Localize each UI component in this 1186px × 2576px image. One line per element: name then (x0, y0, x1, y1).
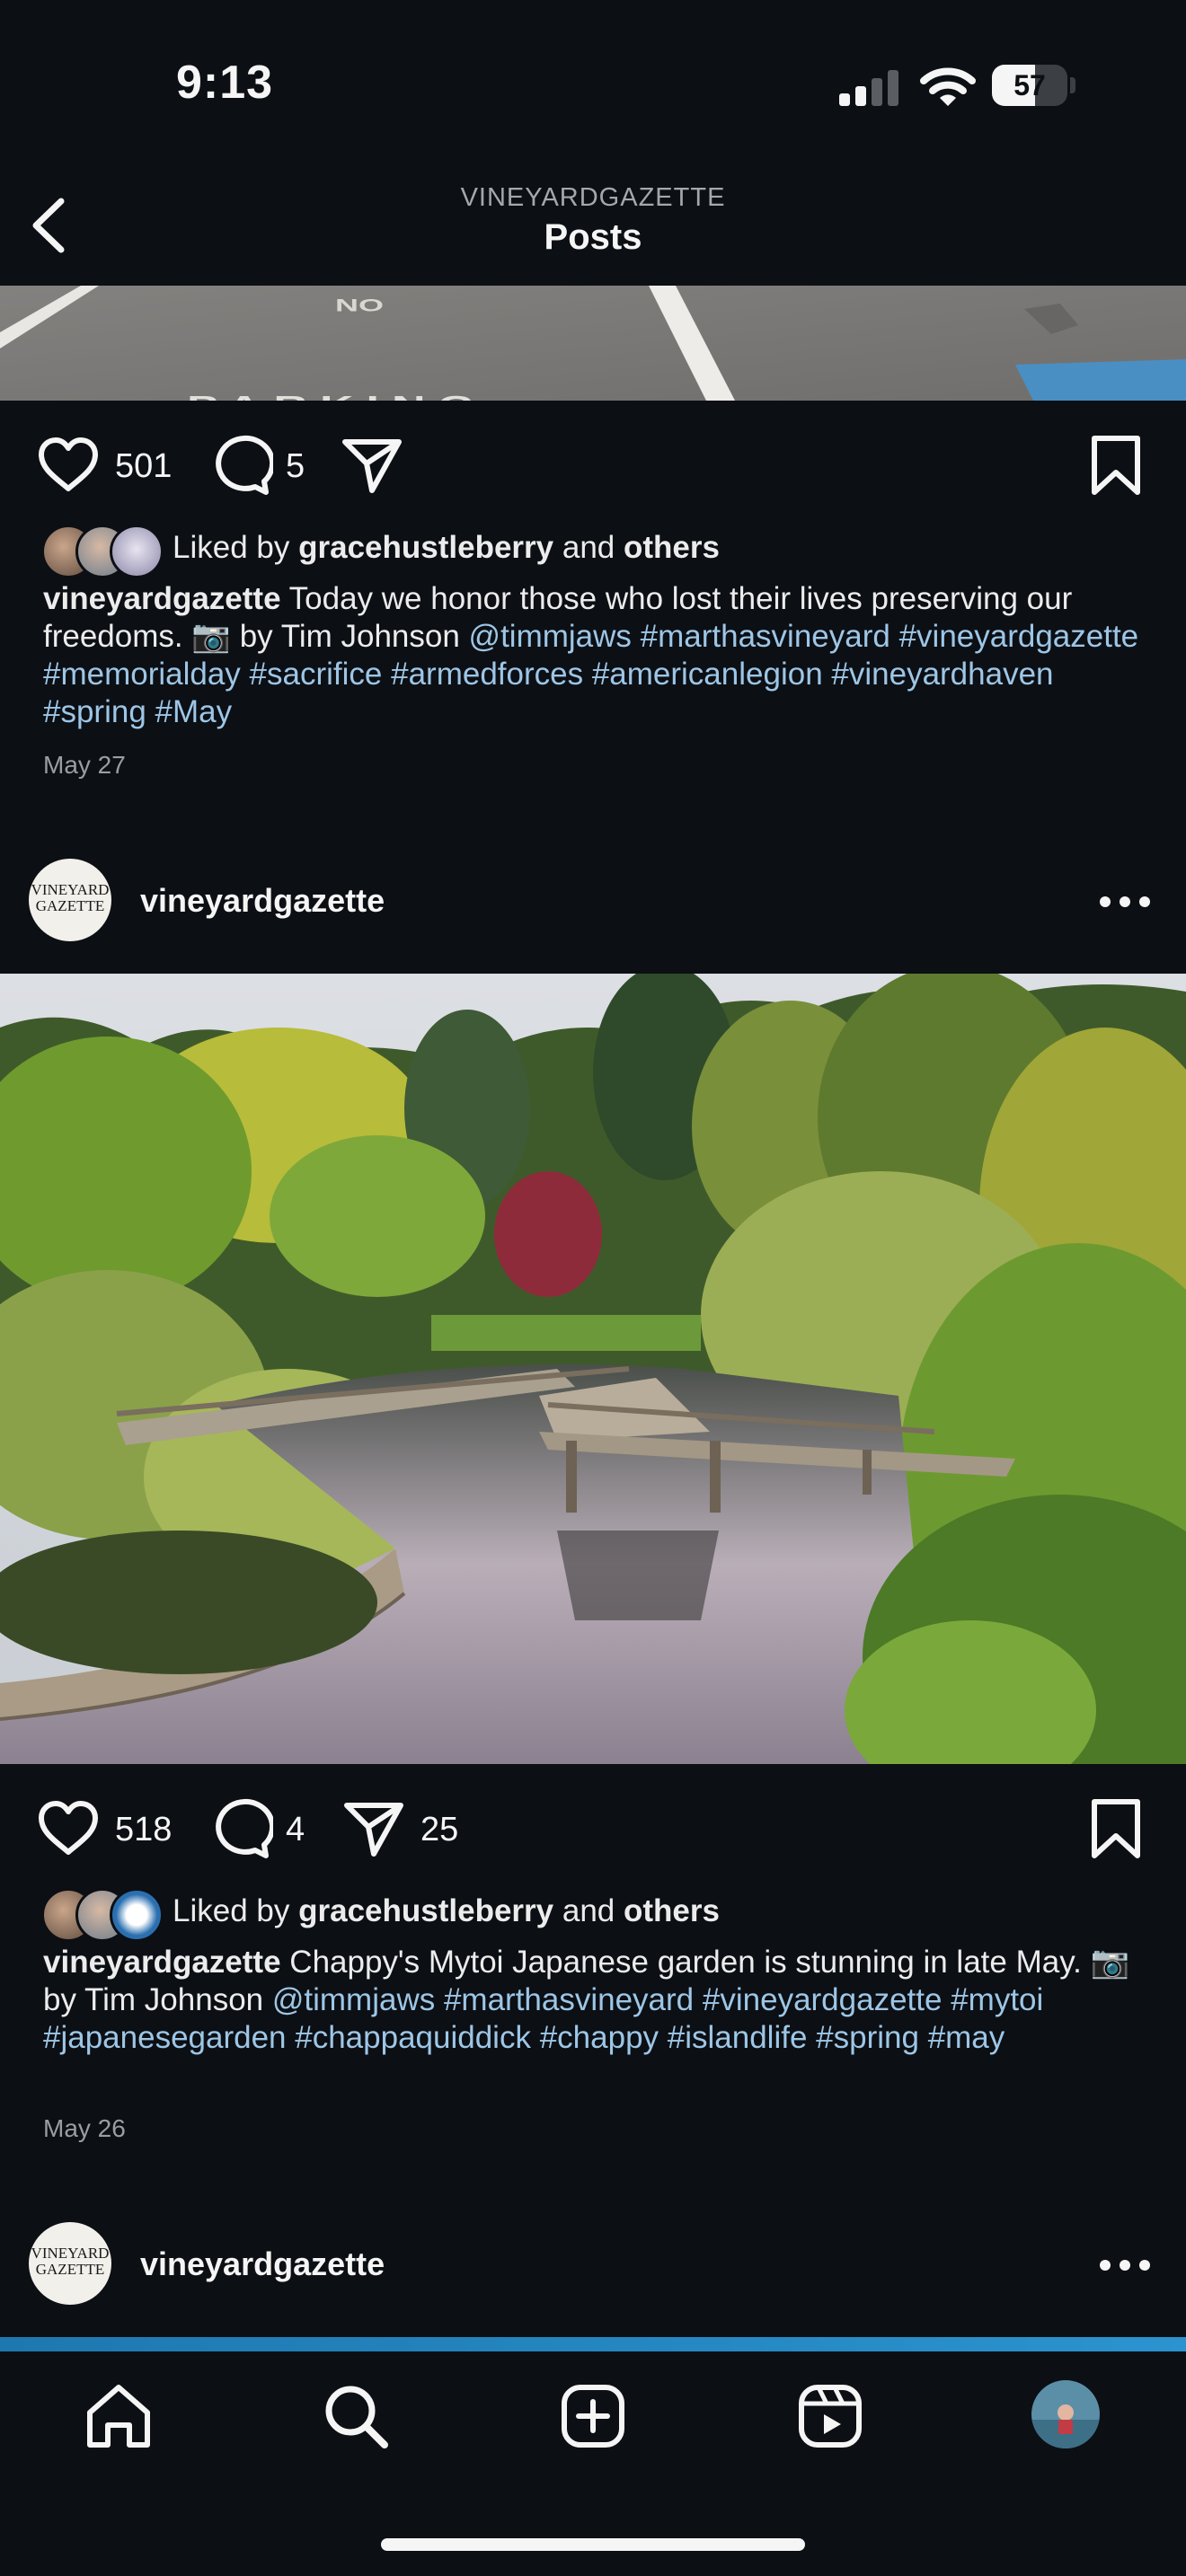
caption-hashtag[interactable]: #spring (816, 2020, 919, 2055)
liked-by-avatars[interactable] (41, 1888, 176, 1942)
avatar-seal-line: GAZETTE (35, 2261, 105, 2278)
paper-plane-icon[interactable] (340, 433, 404, 498)
caption-hashtag[interactable]: #chappy (540, 2020, 659, 2055)
liked-by-others[interactable]: others (624, 530, 720, 565)
comment-bubble-icon[interactable] (208, 1796, 273, 1861)
home-indicator[interactable] (381, 2538, 805, 2551)
liked-by-user[interactable]: gracehustleberry (298, 530, 553, 565)
caption-hashtag[interactable]: #memorialday (43, 657, 241, 692)
ellipsis-icon[interactable] (1098, 893, 1152, 911)
avatar-seal-line: VINEYARD (31, 881, 110, 898)
avatar-seal-line: GAZETTE (35, 897, 105, 914)
create-icon[interactable] (557, 2380, 629, 2452)
liked-by-and: and (562, 530, 615, 565)
caption-hashtag[interactable]: #armedforces (391, 657, 583, 692)
caption-hashtag[interactable]: #japanesegarden (43, 2020, 287, 2055)
avatar-seal: VINEYARD GAZETTE (29, 2245, 111, 2278)
caption-hashtag[interactable]: #islandlife (668, 2020, 808, 2055)
caption-hashtag[interactable]: #chappaquiddick (295, 2020, 531, 2055)
home-icon[interactable] (83, 2380, 155, 2452)
liked-by-prefix: Liked by (173, 530, 290, 565)
camera-emoji: 📷 (191, 619, 231, 654)
post-date: May 27 (43, 751, 126, 779)
avatar (110, 1888, 164, 1942)
caption-hashtag[interactable]: #marthasvineyard (641, 619, 890, 654)
share-count[interactable]: 25 (420, 1811, 458, 1849)
caption-hashtag[interactable]: #sacrifice (250, 657, 383, 692)
post-username[interactable]: vineyardgazette (140, 882, 385, 920)
profile-avatar[interactable] (1031, 2380, 1100, 2448)
heart-icon[interactable] (36, 1796, 101, 1861)
liked-by-text[interactable]: Liked by gracehustleberry and others (173, 1893, 720, 1929)
account-avatar[interactable]: VINEYARD GAZETTE (29, 859, 111, 941)
cellular-signal-icon (839, 70, 898, 106)
avatar-seal: VINEYARD GAZETTE (29, 882, 111, 914)
caption-hashtag[interactable]: #vineyardgazette (899, 619, 1139, 654)
post-caption: vineyardgazette Today we honor those who… (43, 580, 1148, 731)
comment-count[interactable]: 5 (286, 447, 305, 486)
reels-icon[interactable] (794, 2380, 866, 2452)
camera-emoji: 📷 (1090, 1945, 1130, 1980)
search-icon[interactable] (320, 2380, 392, 2452)
profile-photo (1031, 2380, 1100, 2448)
post-image-parking-lot[interactable]: NO PARKING (0, 286, 1186, 401)
battery-indicator: 57 (992, 65, 1076, 108)
caption-hashtag[interactable]: #spring (43, 694, 146, 729)
post-image-partial[interactable] (0, 2337, 1186, 2351)
caption-username[interactable]: vineyardgazette (43, 1945, 281, 1980)
liked-by-text[interactable]: Liked by gracehustleberry and others (173, 530, 720, 566)
caption-credit: by Tim Johnson (239, 619, 460, 654)
post-username[interactable]: vineyardgazette (140, 2245, 385, 2283)
pavement-text-no: NO (335, 296, 384, 316)
pavement-text-parking: PARKING (187, 391, 487, 401)
ellipsis-icon[interactable] (1098, 2256, 1152, 2274)
account-avatar[interactable]: VINEYARD GAZETTE (29, 2222, 111, 2305)
caption-hashtag[interactable]: #mytoi (951, 1982, 1043, 2017)
liked-by-and: and (562, 1893, 615, 1928)
liked-by-others[interactable]: others (624, 1893, 720, 1928)
wifi-icon (920, 67, 976, 106)
like-count[interactable]: 501 (115, 447, 172, 486)
battery-percent: 57 (1013, 69, 1046, 101)
header-account-name: VINEYARDGAZETTE (460, 183, 726, 212)
caption-username[interactable]: vineyardgazette (43, 581, 281, 616)
paper-plane-icon[interactable] (341, 1796, 406, 1861)
caption-hashtag[interactable]: #marthasvineyard (444, 1982, 694, 2017)
avatar (110, 525, 164, 578)
header-title: Posts (544, 217, 642, 257)
bookmark-icon[interactable] (1084, 433, 1148, 498)
bookmark-icon[interactable] (1084, 1796, 1148, 1861)
post-caption: vineyardgazette Chappy's Mytoi Japanese … (43, 1944, 1148, 2057)
caption-hashtag[interactable]: #may (928, 2020, 1005, 2055)
post-image-japanese-garden[interactable] (0, 974, 1186, 1764)
caption-credit: by Tim Johnson (43, 1982, 264, 2017)
like-count[interactable]: 518 (115, 1811, 172, 1849)
caption-mention[interactable]: @timmjaws (469, 619, 632, 654)
caption-text: Chappy's Mytoi Japanese garden is stunni… (289, 1945, 1082, 1980)
avatar-seal-line: VINEYARD (31, 2245, 110, 2262)
caption-hashtag[interactable]: #vineyardgazette (703, 1982, 943, 2017)
liked-by-user[interactable]: gracehustleberry (298, 1893, 553, 1928)
comment-bubble-icon[interactable] (208, 433, 273, 498)
post-date: May 26 (43, 2114, 126, 2142)
heart-icon[interactable] (36, 433, 101, 498)
caption-hashtag[interactable]: #May (155, 694, 233, 729)
status-time: 9:13 (176, 57, 274, 109)
liked-by-prefix: Liked by (173, 1893, 290, 1928)
liked-by-avatars[interactable] (41, 525, 176, 578)
comment-count[interactable]: 4 (286, 1811, 305, 1849)
caption-hashtag[interactable]: #vineyardhaven (831, 657, 1053, 692)
caption-mention[interactable]: @timmjaws (272, 1982, 435, 2017)
caption-hashtag[interactable]: #americanlegion (592, 657, 823, 692)
